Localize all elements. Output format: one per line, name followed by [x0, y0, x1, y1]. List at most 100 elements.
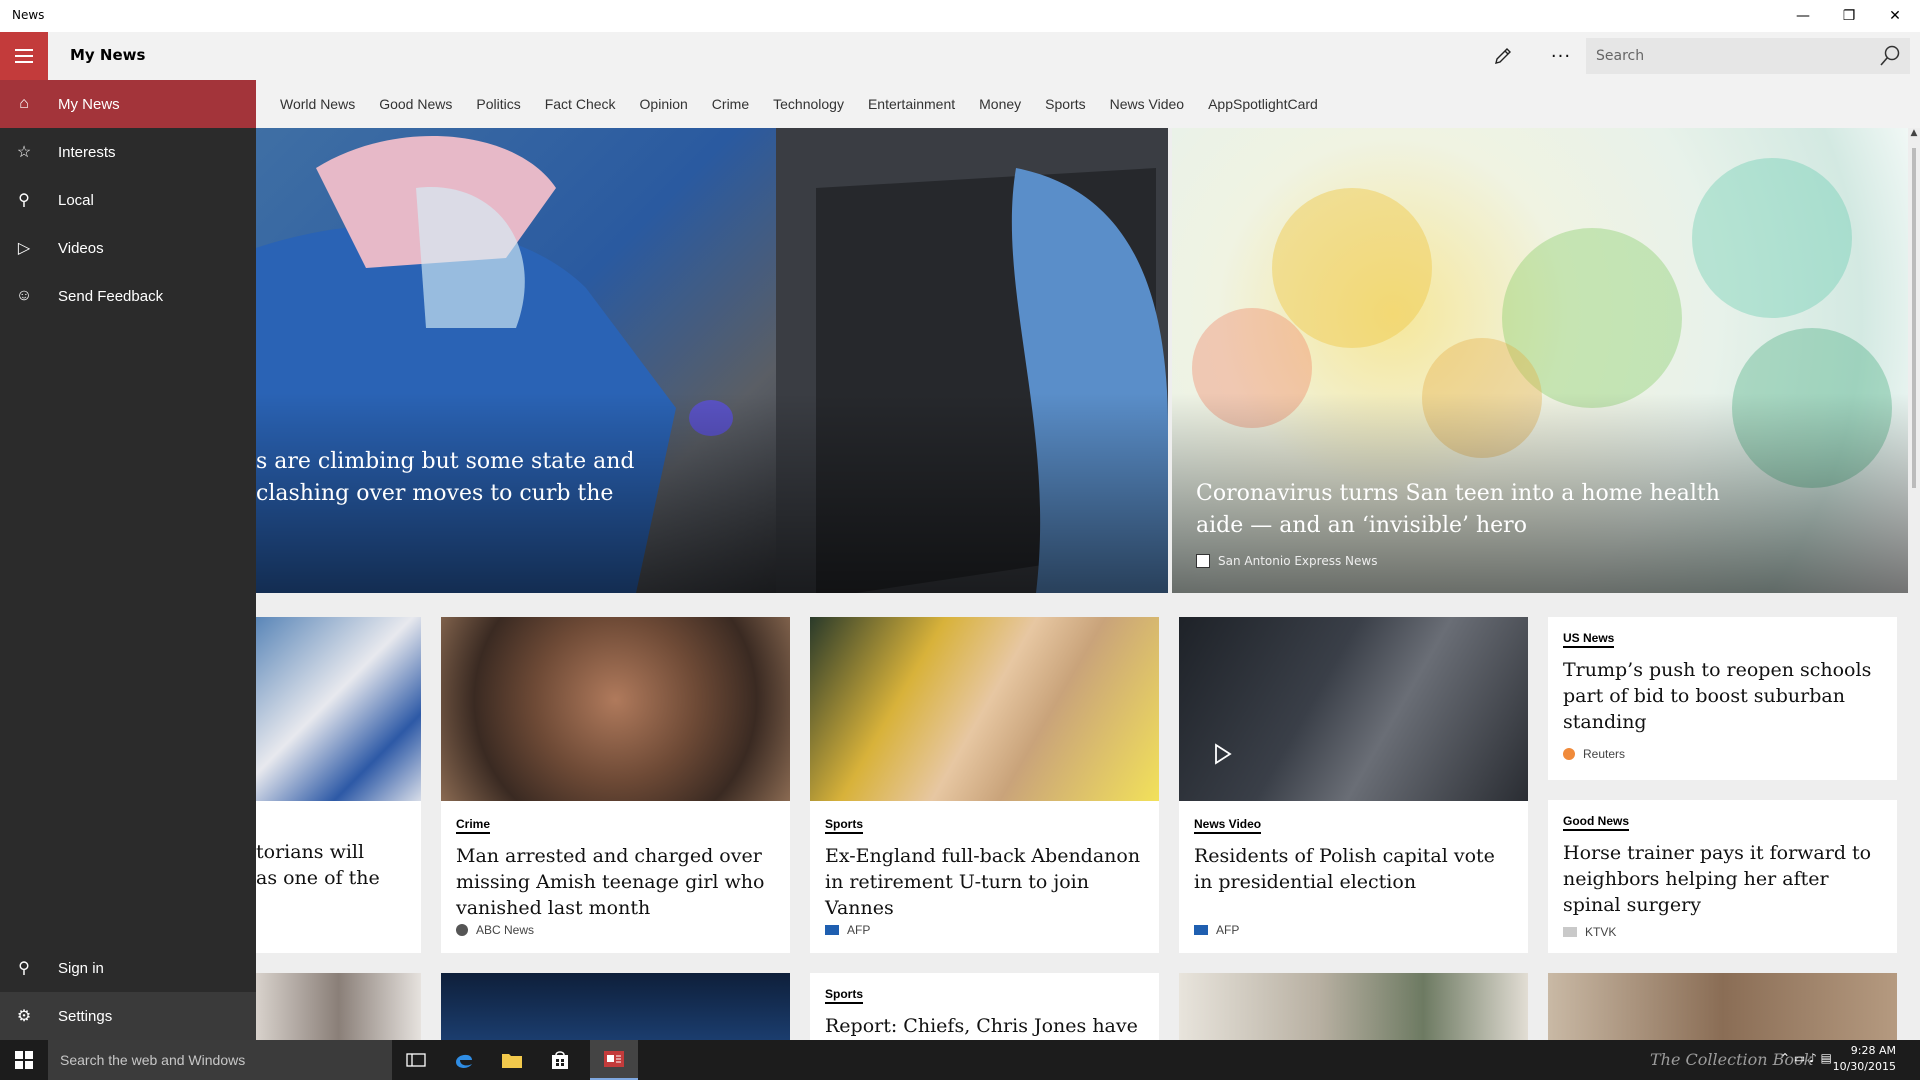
category-tag[interactable]: Crime: [456, 817, 491, 834]
story-card-news-video[interactable]: News Video Residents of Polish capital v…: [1179, 617, 1528, 953]
news-app-icon[interactable]: [590, 1040, 638, 1080]
story-title: Ex-England full-back Abendanon in retire…: [825, 845, 1141, 919]
tab-entertainment[interactable]: Entertainment: [868, 96, 955, 112]
sidebar-item-my-news[interactable]: ⌂ My News: [0, 80, 256, 128]
source-logo-icon: [1563, 927, 1577, 937]
tab-money[interactable]: Money: [979, 96, 1021, 112]
start-button[interactable]: [0, 1040, 48, 1080]
sidebar-item-settings[interactable]: ⚙ Settings: [0, 992, 256, 1040]
story-card-partial[interactable]: [1548, 973, 1897, 1040]
gear-icon: ⚙: [16, 1008, 32, 1025]
vertical-scrollbar[interactable]: ▲: [1908, 128, 1920, 1040]
close-button[interactable]: ✕: [1872, 0, 1918, 32]
tab-crime[interactable]: Crime: [712, 96, 749, 112]
scroll-up-icon[interactable]: ▲: [1908, 128, 1920, 138]
category-tag[interactable]: News Video: [1194, 817, 1262, 834]
category-tabs: World News Good News Politics Fact Check Opi…: [256, 80, 1920, 128]
window-title: News: [12, 8, 45, 22]
taskbar: Search the web and Windows The Collectio…: [0, 1040, 1920, 1080]
story-title: Trump’s push to reopen schools part of b…: [1563, 659, 1872, 733]
app-header: My News ···: [0, 32, 1920, 80]
edit-button[interactable]: [1488, 42, 1518, 70]
smiley-icon: ☺: [15, 287, 33, 304]
story-card-good-news[interactable]: Good News Horse trainer pays it forward …: [1548, 800, 1897, 953]
story-card-sports[interactable]: Sports Ex-England full-back Abendanon in…: [810, 617, 1159, 953]
story-image: [256, 617, 421, 801]
sidebar-item-sign-in[interactable]: ⚲ Sign in: [0, 944, 256, 992]
hero-2-headline[interactable]: Coronavirus turns San teen into a home h…: [1196, 478, 1720, 542]
scrollbar-thumb[interactable]: [1912, 148, 1916, 488]
search-box[interactable]: [1586, 38, 1910, 74]
search-input[interactable]: [1596, 44, 1866, 68]
more-options-button[interactable]: ···: [1546, 42, 1576, 70]
sidebar-item-label: Sign in: [58, 959, 104, 977]
home-icon: ⌂: [19, 95, 29, 112]
sidebar-item-videos[interactable]: ▷ Videos: [0, 224, 256, 272]
sidebar-item-label: Settings: [58, 1007, 113, 1025]
windows-logo-icon: [15, 1051, 33, 1069]
store-icon[interactable]: [536, 1040, 584, 1080]
category-tag[interactable]: Sports: [825, 817, 864, 834]
story-image: [1179, 617, 1528, 801]
source-logo-icon: [1563, 748, 1575, 760]
tab-good-news[interactable]: Good News: [379, 96, 452, 112]
sidebar-item-interests[interactable]: ☆ Interests: [0, 128, 256, 176]
tab-sports[interactable]: Sports: [1045, 96, 1085, 112]
sidebar-item-label: Interests: [58, 143, 116, 161]
tab-world-news[interactable]: World News: [280, 96, 355, 112]
person-icon: ⚲: [18, 192, 30, 209]
task-view-icon[interactable]: [392, 1040, 440, 1080]
title-bar: News — ❐ ✕: [0, 0, 1920, 32]
navigation-pane: ⌂ My News ☆ Interests ⚲ Local ▷ Videos ☺ Send Fee…: [0, 80, 256, 1040]
story-image: [810, 617, 1159, 801]
story-source: KTVK: [1563, 925, 1616, 939]
story-card-crime[interactable]: Crime Man arrested and charged over miss…: [441, 617, 790, 953]
tab-technology[interactable]: Technology: [773, 96, 844, 112]
story-source: AFP: [1194, 923, 1239, 937]
hero-story-1[interactable]: s are climbing but some state and clashi…: [256, 128, 1168, 593]
tab-fact-check[interactable]: Fact Check: [545, 96, 616, 112]
system-tray: The Collection Book ⌃ ▭ ♪ ▤ 9:28 AM 10/3…: [1640, 1040, 1920, 1080]
source-logo-icon: [456, 924, 468, 936]
hamburger-icon: [15, 49, 33, 51]
tab-news-video[interactable]: News Video: [1110, 96, 1184, 112]
story-card-partial[interactable]: torians will as one of the: [256, 617, 421, 953]
story-card-us-news[interactable]: US News Trump’s push to reopen schools p…: [1548, 617, 1897, 780]
hero-1-headline[interactable]: s are climbing but some state and clashi…: [256, 446, 635, 510]
story-card-partial[interactable]: [256, 973, 421, 1040]
category-tag[interactable]: US News: [1563, 631, 1615, 648]
minimize-button[interactable]: —: [1780, 0, 1826, 32]
story-card-partial[interactable]: [441, 973, 790, 1040]
sidebar-item-local[interactable]: ⚲ Local: [0, 176, 256, 224]
file-explorer-icon[interactable]: [488, 1040, 536, 1080]
story-title: Report: Chiefs, Chris Jones have: [825, 1015, 1138, 1037]
maximize-button[interactable]: ❐: [1826, 0, 1872, 32]
clock[interactable]: 9:28 AM 10/30/2015: [1833, 1043, 1896, 1075]
category-tag[interactable]: Good News: [1563, 814, 1630, 831]
tab-politics[interactable]: Politics: [476, 96, 520, 112]
pencil-icon: [1495, 48, 1511, 64]
search-icon[interactable]: [1878, 44, 1902, 68]
story-card-partial[interactable]: [1179, 973, 1528, 1040]
edge-browser-icon[interactable]: [440, 1040, 488, 1080]
star-list-icon: ☆: [16, 144, 32, 161]
hero-2-source: San Antonio Express News: [1196, 554, 1377, 568]
play-icon[interactable]: [1209, 741, 1235, 767]
hamburger-menu-button[interactable]: [0, 32, 48, 80]
source-logo-icon: [1194, 925, 1208, 935]
sidebar-item-label: Send Feedback: [58, 287, 164, 305]
story-title: Residents of Polish capital vote in pres…: [1194, 845, 1495, 893]
story-title: torians will as one of the: [256, 841, 380, 889]
taskbar-search-box[interactable]: Search the web and Windows: [48, 1040, 392, 1080]
tray-icons[interactable]: ⌃ ▭ ♪ ▤: [1780, 1051, 1832, 1065]
sidebar-item-send-feedback[interactable]: ☺ Send Feedback: [0, 272, 256, 320]
story-source: Reuters: [1563, 747, 1625, 761]
story-title: Horse trainer pays it forward to neighbo…: [1563, 842, 1872, 916]
story-card-sports-2[interactable]: Sports Report: Chiefs, Chris Jones have: [810, 973, 1159, 1040]
tab-appspotlightcard[interactable]: AppSpotlightCard: [1208, 96, 1318, 112]
tab-opinion[interactable]: Opinion: [640, 96, 688, 112]
taskbar-search-placeholder: Search the web and Windows: [60, 1052, 246, 1068]
story-title: Man arrested and charged over missing Am…: [456, 845, 765, 919]
category-tag[interactable]: Sports: [825, 987, 864, 1004]
hero-story-2[interactable]: Coronavirus turns San teen into a home h…: [1172, 128, 1908, 593]
